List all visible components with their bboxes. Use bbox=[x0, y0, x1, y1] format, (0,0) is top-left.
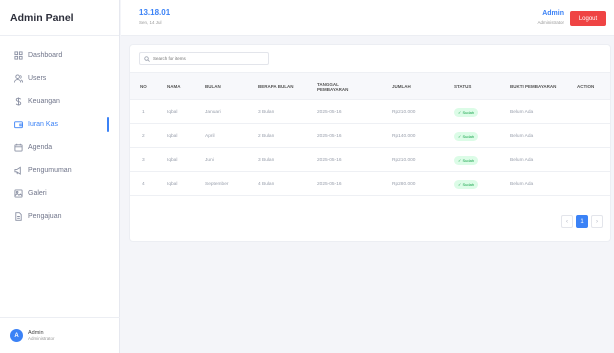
brand-title: Admin Panel bbox=[0, 0, 119, 36]
search-box[interactable] bbox=[139, 52, 269, 65]
cell-bukti: Belum Ada bbox=[510, 133, 534, 139]
pagination-page-button[interactable]: 1 bbox=[576, 215, 588, 228]
cell-jumlah: Rp280.000 bbox=[392, 181, 416, 187]
status-cell: ✓ Sudah bbox=[454, 100, 479, 124]
cell-berapa-bulan: 2 Bulan bbox=[258, 133, 275, 139]
iuran-kas-card: NO NAMA BULAN BERAPA BULAN TANGGAL PEMBA… bbox=[130, 45, 610, 241]
status-cell: ✓ Sudah bbox=[454, 124, 479, 148]
cell-tanggal: 2025-05-16 bbox=[317, 109, 342, 115]
cell-bulan: September bbox=[205, 181, 229, 187]
cell-bulan: April bbox=[205, 133, 215, 139]
cell-bukti: Belum Ada bbox=[510, 109, 534, 115]
sidebar-item-label: Galeri bbox=[28, 190, 47, 197]
sidebar-item-pengajuan[interactable]: Pengajuan bbox=[0, 205, 119, 228]
column-header-no: NO bbox=[140, 84, 147, 90]
status-cell: ✓ Sudah bbox=[454, 148, 479, 172]
cell-no: 4 bbox=[142, 181, 145, 187]
status-badge: ✓ Sudah bbox=[454, 131, 479, 141]
cell-jumlah: Rp210.000 bbox=[392, 109, 416, 115]
sidebar-item-label: Iuran Kas bbox=[28, 121, 58, 128]
sidebar-item-keuangan[interactable]: Keuangan bbox=[0, 90, 119, 113]
table-header: NO NAMA BULAN BERAPA BULAN TANGGAL PEMBA… bbox=[130, 72, 610, 100]
column-header-jumlah: JUMLAH bbox=[392, 84, 411, 90]
megaphone-icon bbox=[14, 166, 23, 175]
logout-button[interactable]: Logout bbox=[570, 11, 606, 26]
table-row: 1 Iqbal Januari 3 Bulan 2025-05-16 Rp210… bbox=[130, 100, 610, 124]
cell-nama: Iqbal bbox=[167, 109, 178, 115]
grid-icon bbox=[14, 51, 23, 60]
avatar: A bbox=[10, 329, 23, 342]
sidebar-item-users[interactable]: Users bbox=[0, 67, 119, 90]
cell-tanggal: 2025-05-16 bbox=[317, 133, 342, 139]
sidebar-item-iuran-kas[interactable]: Iuran Kas bbox=[0, 113, 119, 136]
sidebar-item-dashboard[interactable]: Dashboard bbox=[0, 44, 119, 67]
cell-nama: Iqbal bbox=[167, 157, 178, 163]
column-header-nama: NAMA bbox=[167, 84, 181, 90]
table-row: 2 Iqbal April 2 Bulan 2025-05-16 Rp140.0… bbox=[130, 124, 610, 148]
sidebar-nav: Dashboard Users Keuangan Iuran Kas Agend… bbox=[0, 36, 119, 228]
wallet-icon bbox=[14, 120, 23, 129]
clock-date: Sen, 14 Jul bbox=[139, 20, 162, 25]
cell-berapa-bulan: 4 Bulan bbox=[258, 181, 275, 187]
cell-nama: Iqbal bbox=[167, 133, 178, 139]
status-badge: ✓ Sudah bbox=[454, 155, 479, 165]
admin-role: Administrator bbox=[537, 20, 564, 25]
sidebar-item-galeri[interactable]: Galeri bbox=[0, 182, 119, 205]
cell-bulan: Juni bbox=[205, 157, 214, 163]
cell-berapa-bulan: 3 Bulan bbox=[258, 109, 275, 115]
sidebar: Admin Panel Dashboard Users Keuangan Iur… bbox=[0, 0, 120, 353]
pagination-prev-button[interactable]: ‹ bbox=[561, 215, 573, 228]
sidebar-user[interactable]: A Admin Administrator bbox=[0, 317, 120, 353]
search-input[interactable] bbox=[153, 56, 263, 61]
column-header-bukti: BUKTI PEMBAYARAN bbox=[510, 84, 557, 90]
cell-bukti: Belum Ada bbox=[510, 181, 534, 187]
cell-no: 3 bbox=[142, 157, 145, 163]
table-row: 3 Iqbal Juni 3 Bulan 2025-05-16 Rp210.00… bbox=[130, 148, 610, 172]
cell-no: 2 bbox=[142, 133, 145, 139]
document-icon bbox=[14, 212, 23, 221]
sidebar-item-agenda[interactable]: Agenda bbox=[0, 136, 119, 159]
column-header-status: STATUS bbox=[454, 84, 472, 90]
sidebar-item-label: Keuangan bbox=[28, 98, 60, 105]
pagination-next-button[interactable]: › bbox=[591, 215, 603, 228]
table-row: 4 Iqbal September 4 Bulan 2025-05-16 Rp2… bbox=[130, 172, 610, 196]
column-header-action: ACTION bbox=[577, 84, 595, 90]
status-badge: ✓ Sudah bbox=[454, 179, 479, 189]
sidebar-item-label: Users bbox=[28, 75, 47, 82]
column-header-berapa-bulan: BERAPA BULAN bbox=[258, 84, 294, 90]
cell-jumlah: Rp140.000 bbox=[392, 133, 416, 139]
cell-jumlah: Rp210.000 bbox=[392, 157, 416, 163]
status-cell: ✓ Sudah bbox=[454, 172, 479, 196]
admin-name: Admin bbox=[542, 10, 564, 17]
sidebar-item-pengumuman[interactable]: Pengumuman bbox=[0, 159, 119, 182]
users-icon bbox=[14, 74, 23, 83]
sidebar-user-info: Admin Administrator bbox=[28, 330, 55, 342]
search-icon bbox=[144, 55, 150, 62]
cell-tanggal: 2025-05-16 bbox=[317, 157, 342, 163]
cell-bukti: Belum Ada bbox=[510, 157, 534, 163]
sidebar-item-label: Pengumuman bbox=[28, 167, 72, 174]
cell-berapa-bulan: 3 Bulan bbox=[258, 157, 275, 163]
cell-no: 1 bbox=[142, 109, 145, 115]
pagination: ‹ 1 › bbox=[561, 215, 603, 228]
clock-time: 13.18.01 bbox=[139, 8, 171, 17]
dollar-icon bbox=[14, 97, 23, 106]
sidebar-item-label: Agenda bbox=[28, 144, 53, 151]
cell-bulan: Januari bbox=[205, 109, 221, 115]
image-icon bbox=[14, 189, 23, 198]
column-header-tanggal: TANGGAL PEMBAYARAN bbox=[317, 81, 349, 93]
cell-nama: Iqbal bbox=[167, 181, 178, 187]
cell-tanggal: 2025-05-16 bbox=[317, 181, 342, 187]
status-badge: ✓ Sudah bbox=[454, 107, 479, 117]
sidebar-item-label: Dashboard bbox=[28, 52, 63, 59]
column-header-bulan: BULAN bbox=[205, 84, 221, 90]
sidebar-item-label: Pengajuan bbox=[28, 213, 62, 220]
topbar: 13.18.01 Sen, 14 Jul Admin Administrator… bbox=[121, 0, 614, 36]
calendar-icon bbox=[14, 143, 23, 152]
sidebar-user-role: Administrator bbox=[28, 335, 55, 341]
